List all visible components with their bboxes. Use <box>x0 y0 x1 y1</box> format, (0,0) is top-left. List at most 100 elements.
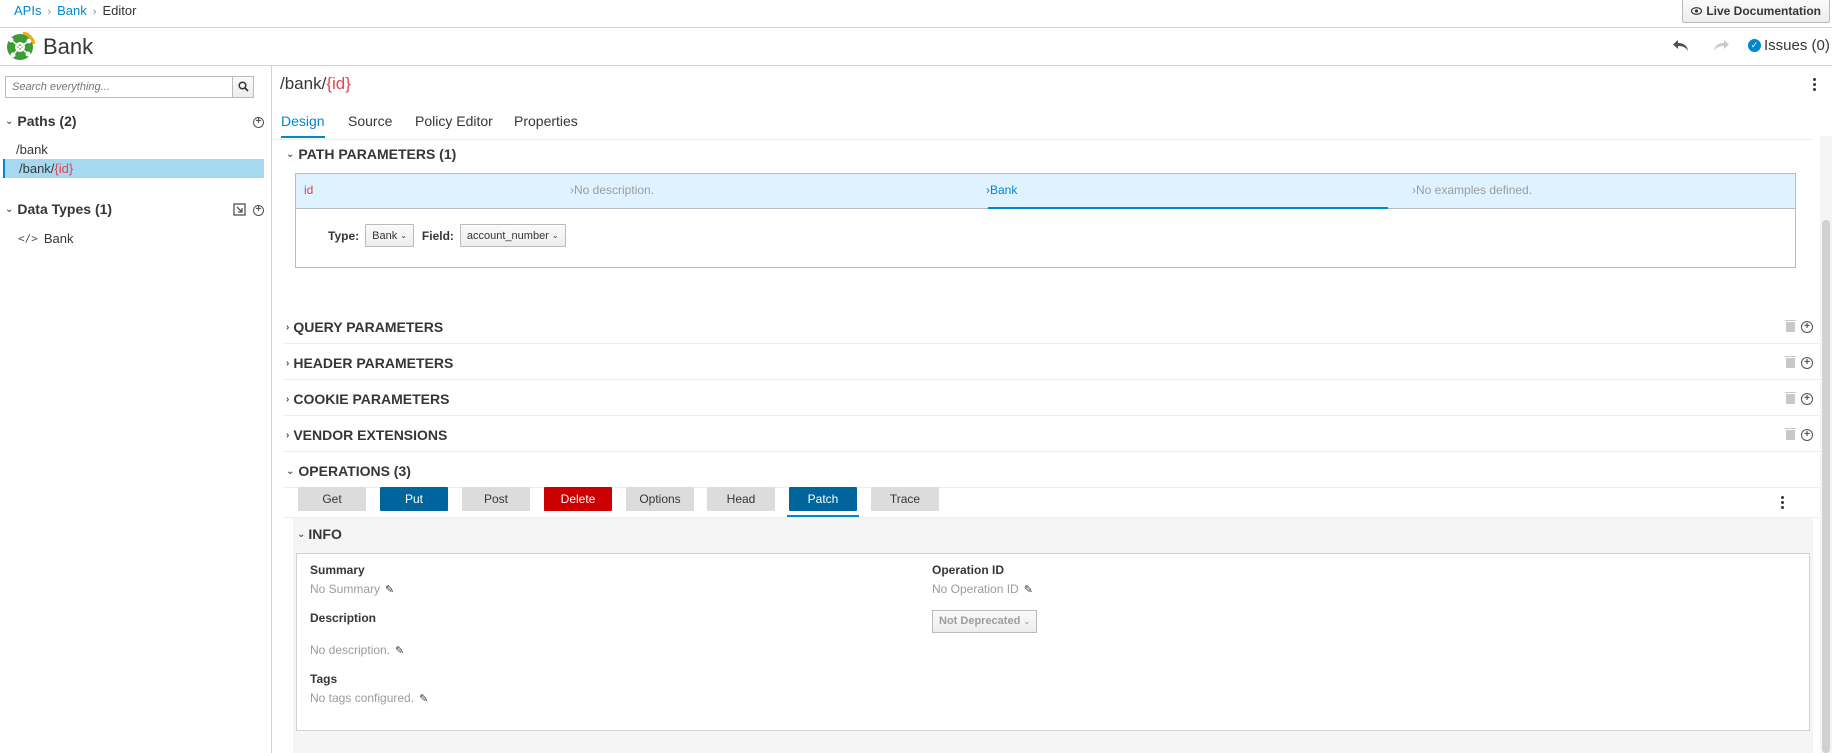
check-circle-icon: ✓ <box>1748 39 1761 52</box>
operation-post-button[interactable]: Post <box>462 487 530 511</box>
operation-patch-button[interactable]: Patch <box>789 487 857 511</box>
import-datatype-icon[interactable] <box>233 203 246 219</box>
tab-design[interactable]: Design <box>281 113 325 138</box>
live-documentation-button[interactable]: Live Documentation <box>1682 0 1830 23</box>
sidebar-path-bank-id[interactable]: /bank/{id} <box>3 159 264 178</box>
operation-info-area: ⌄ INFO Summary No Summary ✎ Description N… <box>293 518 1813 753</box>
deprecated-dropdown[interactable]: Not Deprecated ⌄ <box>932 610 1038 633</box>
param-examples[interactable]: ›No examples defined. <box>1412 183 1532 197</box>
path-label: /bank/ <box>19 161 55 176</box>
search-input[interactable] <box>5 76 233 98</box>
active-indicator <box>988 207 1388 209</box>
path-title: /bank/{id} <box>280 74 351 94</box>
selected-operation-indicator <box>787 515 859 517</box>
type-dropdown[interactable]: Bank ⌄ <box>365 224 414 247</box>
tab-policy-editor[interactable]: Policy Editor <box>415 113 493 136</box>
path-parameter-row[interactable]: id ›No description. ›Bank ›No examples d… <box>296 174 1795 209</box>
operation-id-label: Operation ID <box>932 563 1005 577</box>
chevron-right-icon: › <box>286 321 290 333</box>
operation-head-button[interactable]: Head <box>707 487 775 511</box>
tags-label: Tags <box>310 672 338 686</box>
field-dropdown[interactable]: account_number ⌄ <box>459 224 566 247</box>
path-menu-kebab-icon[interactable] <box>1813 78 1817 91</box>
cookie-parameters-section[interactable]: › COOKIE PARAMETERS + <box>283 381 1823 416</box>
chevron-down-icon: ⌄ <box>286 148 295 160</box>
eye-icon <box>1691 0 1703 22</box>
add-icon[interactable]: + <box>1801 429 1813 441</box>
chevron-right-icon: › <box>286 357 290 369</box>
chevron-down-icon: ⌄ <box>286 465 295 477</box>
undo-button[interactable] <box>1670 36 1692 58</box>
path-parameter-card: id ›No description. ›Bank ›No examples d… <box>295 173 1796 268</box>
type-label: Type: <box>328 228 360 243</box>
add-icon[interactable]: + <box>1801 357 1813 369</box>
search-button[interactable] <box>232 76 254 98</box>
redo-button[interactable] <box>1710 36 1732 58</box>
chevron-right-icon: › <box>286 393 290 405</box>
info-section-toggle[interactable]: ⌄ INFO <box>297 526 342 542</box>
tab-properties[interactable]: Properties <box>514 113 578 136</box>
summary-value[interactable]: No Summary ✎ <box>310 582 394 596</box>
issues-button[interactable]: ✓ Issues (0) <box>1748 37 1830 54</box>
operation-id-value[interactable]: No Operation ID ✎ <box>932 582 1033 596</box>
issues-label: Issues (0) <box>1764 37 1830 54</box>
add-path-icon[interactable]: + <box>253 117 264 128</box>
top-bar: APIs › Bank › Editor Live Documentation <box>0 0 1832 28</box>
param-type[interactable]: ›Bank <box>986 183 1017 197</box>
path-param-label: {id} <box>54 161 74 176</box>
breadcrumb-bank[interactable]: Bank <box>57 3 87 18</box>
live-documentation-label: Live Documentation <box>1706 4 1821 18</box>
path-parameters-section[interactable]: ⌄ PATH PARAMETERS (1) <box>283 136 1823 171</box>
trash-icon[interactable] <box>1785 392 1796 404</box>
operation-options-button[interactable]: Options <box>626 487 694 511</box>
operation-delete-button[interactable]: Delete <box>544 487 612 511</box>
pencil-icon[interactable]: ✎ <box>1024 583 1033 596</box>
chevron-down-icon: ⌄ <box>551 231 559 240</box>
param-description[interactable]: ›No description. <box>570 183 654 197</box>
info-panel: Summary No Summary ✎ Description No descr… <box>296 553 1810 731</box>
breadcrumb: APIs › Bank › Editor <box>14 3 136 20</box>
description-label: Description <box>310 611 377 625</box>
summary-label: Summary <box>310 563 365 577</box>
pencil-icon[interactable]: ✎ <box>385 583 394 596</box>
trash-icon[interactable] <box>1785 356 1796 368</box>
sidebar-path-bank[interactable]: /bank <box>3 140 264 159</box>
add-icon[interactable]: + <box>1801 321 1813 333</box>
add-icon[interactable]: + <box>1801 393 1813 405</box>
datatypes-heading: Data Types (1) <box>17 201 113 217</box>
paths-section-toggle[interactable]: ⌄ Paths (2) <box>5 113 77 129</box>
operation-put-button[interactable]: Put <box>380 487 448 511</box>
operations-section[interactable]: ⌄ OPERATIONS (3) <box>283 453 1823 488</box>
tags-value[interactable]: No tags configured. ✎ <box>310 691 428 705</box>
trash-icon[interactable] <box>1785 428 1796 440</box>
tab-source[interactable]: Source <box>348 113 392 136</box>
chevron-down-icon: ⌄ <box>1023 617 1031 626</box>
editor-header: Bank ✓ Issues (0) <box>0 28 1832 66</box>
add-datatype-icon[interactable]: + <box>253 205 264 216</box>
vendor-extensions-section[interactable]: › VENDOR EXTENSIONS + <box>283 417 1823 452</box>
chevron-right-icon: › <box>286 429 290 441</box>
sidebar: ⌄ Paths (2) + /bank /bank/{id} ⌄ Data Ty… <box>0 66 272 753</box>
chevron-down-icon: ⌄ <box>5 115 14 127</box>
header-parameters-section[interactable]: › HEADER PARAMETERS + <box>283 345 1823 380</box>
search-icon <box>237 80 249 95</box>
breadcrumb-separator: › <box>92 6 97 18</box>
main-panel: /bank/{id} Design Source Policy Editor P… <box>273 66 1832 753</box>
operation-get-button[interactable]: Get <box>298 487 366 511</box>
page-title: Bank <box>43 34 94 59</box>
chevron-down-icon: ⌄ <box>5 203 14 215</box>
operation-menu-kebab-icon[interactable] <box>1781 496 1785 509</box>
datatypes-section-toggle[interactable]: ⌄ Data Types (1) <box>5 201 112 217</box>
section-heading: PATH PARAMETERS (1) <box>298 146 457 162</box>
code-icon: </> <box>18 232 38 245</box>
breadcrumb-apis[interactable]: APIs <box>14 3 41 18</box>
sidebar-datatype-bank[interactable]: </> Bank <box>18 231 74 246</box>
query-parameters-section[interactable]: › QUERY PARAMETERS + <box>283 309 1823 344</box>
operation-trace-button[interactable]: Trace <box>871 487 939 511</box>
description-value[interactable]: No description. ✎ <box>310 643 404 657</box>
scrollbar-thumb[interactable] <box>1822 220 1830 753</box>
pencil-icon[interactable]: ✎ <box>395 644 404 657</box>
trash-icon[interactable] <box>1785 320 1796 332</box>
datatype-label: Bank <box>43 231 74 246</box>
pencil-icon[interactable]: ✎ <box>419 692 428 705</box>
